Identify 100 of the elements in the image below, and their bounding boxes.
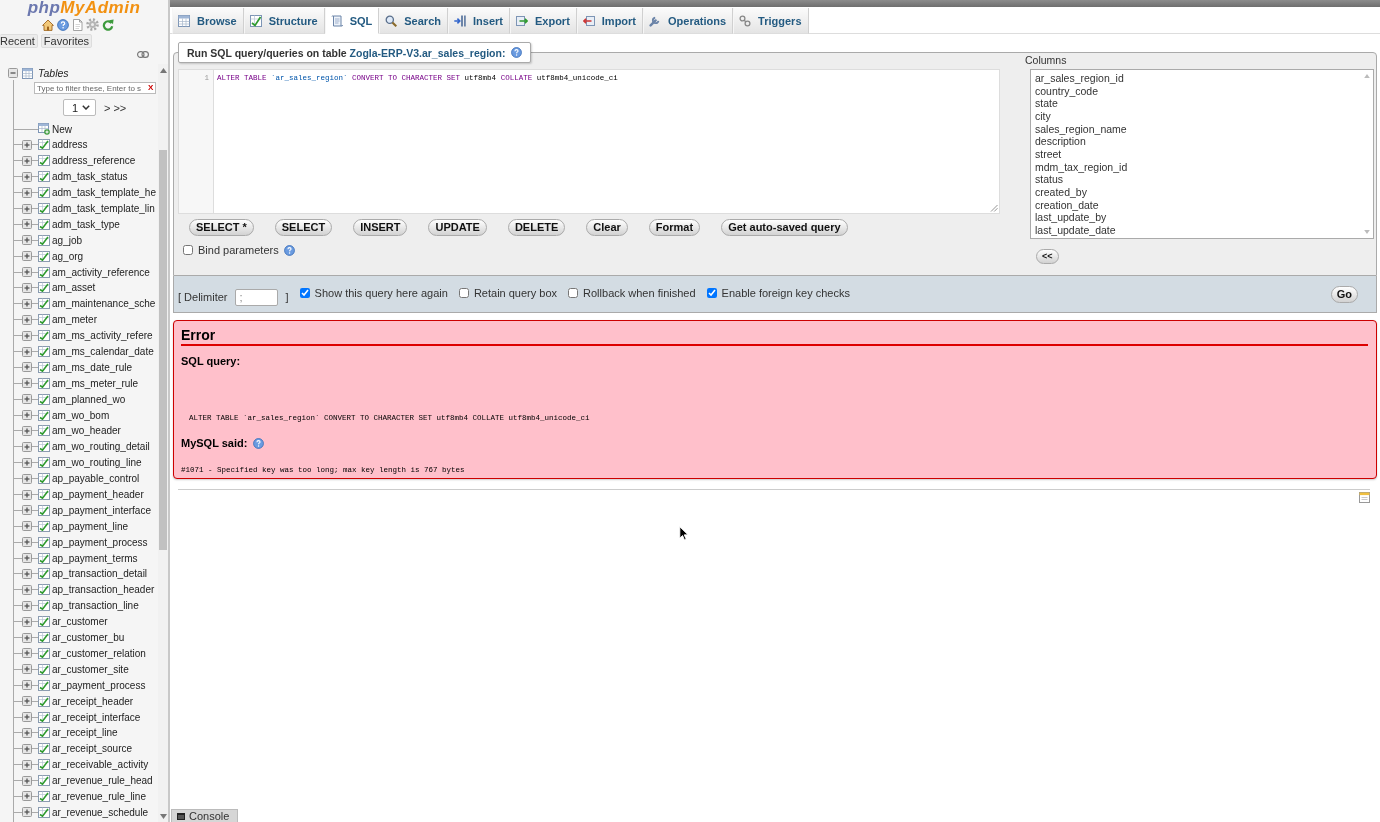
column-option[interactable]: sales_region_name [1035, 122, 1369, 136]
expand-icon[interactable] [22, 139, 32, 150]
scroll-up-icon[interactable] [159, 68, 167, 73]
table-icon[interactable] [38, 520, 50, 532]
collapse-icon[interactable] [8, 68, 18, 78]
table-link[interactable]: ar_payment_process [52, 679, 146, 691]
table-link[interactable]: am_wo_routing_line [52, 457, 142, 469]
scroll-down-icon[interactable] [159, 814, 167, 819]
table-icon[interactable] [38, 759, 50, 771]
expand-icon[interactable] [22, 569, 32, 579]
resize-grip-icon[interactable] [990, 204, 998, 212]
logo-text[interactable]: phpMyAdmin [27, 0, 141, 16]
query-button[interactable]: SELECT * [189, 219, 254, 236]
table-link[interactable]: ap_transaction_header [52, 584, 155, 596]
table-icon[interactable] [38, 425, 50, 437]
delimiter-field[interactable]: ; [234, 288, 278, 306]
expand-icon[interactable] [22, 807, 32, 818]
table-icon[interactable] [38, 552, 50, 564]
table-link[interactable]: address [52, 139, 88, 151]
table-icon[interactable] [38, 203, 50, 214]
table-link[interactable]: ap_payment_header [52, 489, 144, 501]
table-link[interactable]: ap_payment_line [52, 520, 129, 532]
table-link[interactable]: ap_payable_control [52, 473, 140, 485]
table-icon[interactable] [38, 298, 50, 310]
column-option[interactable]: city [1035, 110, 1369, 123]
console-tab[interactable]: Console [171, 809, 239, 822]
notepad-icon[interactable] [1359, 492, 1370, 503]
expand-icon[interactable] [22, 473, 32, 484]
table-link[interactable]: am_wo_header [52, 425, 121, 437]
table-link[interactable]: adm_task_template_he [52, 187, 156, 199]
query-button[interactable]: Get auto-saved query [721, 219, 848, 236]
tab[interactable]: Insert [448, 8, 510, 34]
expand-icon[interactable] [22, 775, 32, 786]
filter-field[interactable]: Type to filter these, Enter to s X [34, 82, 156, 94]
expand-icon[interactable] [22, 616, 32, 627]
table-icon[interactable] [38, 250, 50, 262]
table-icon[interactable] [38, 187, 50, 199]
tab[interactable]: Triggers [733, 8, 809, 34]
table-link[interactable]: ap_payment_terms [52, 552, 138, 564]
table-link[interactable]: ag_job [52, 234, 83, 246]
table-link[interactable]: am_wo_bom [52, 409, 110, 421]
tab[interactable]: Structure [243, 8, 325, 34]
query-button[interactable]: SELECT [274, 219, 333, 236]
expand-icon[interactable] [22, 791, 32, 802]
table-icon[interactable] [38, 314, 50, 326]
column-option[interactable]: country_code [1035, 84, 1369, 98]
expand-icon[interactable] [22, 441, 32, 452]
expand-icon[interactable] [22, 155, 32, 166]
table-icon[interactable] [38, 330, 50, 342]
sidebar-tab[interactable]: Favorites [40, 34, 93, 48]
checkbox-label[interactable]: Bind parameters [198, 244, 279, 256]
checkbox[interactable] [458, 287, 469, 298]
query-button[interactable]: UPDATE [428, 219, 487, 236]
table-link[interactable]: am_ms_date_rule [52, 361, 133, 373]
sidebar-tab[interactable]: Recent [0, 34, 38, 48]
table-icon[interactable] [38, 139, 50, 151]
table-icon[interactable] [38, 409, 50, 421]
table-icon[interactable] [38, 346, 50, 357]
column-option[interactable]: description [1035, 135, 1369, 149]
column-option[interactable]: status [1035, 173, 1369, 187]
column-option[interactable]: created_by [1035, 186, 1369, 199]
column-option[interactable]: creation_date [1035, 198, 1369, 212]
go-button[interactable]: Go [1330, 285, 1358, 303]
page-select[interactable]: 1 [63, 99, 96, 116]
expand-icon[interactable] [22, 346, 32, 357]
link-icon[interactable] [137, 51, 149, 58]
columns-list[interactable]: ar_sales_region_id country_code state city sales_region_name description street mdm_tax_region_id status created_by creation_date last_update_by last_update_date [1030, 69, 1374, 239]
document-icon[interactable] [72, 18, 83, 31]
clear-filter-button[interactable]: X [148, 84, 154, 92]
table-link[interactable]: ar_revenue_rule_line [52, 790, 146, 802]
table-icon[interactable] [38, 616, 50, 628]
home-icon[interactable] [42, 18, 54, 31]
table-link[interactable]: am_planned_wo [52, 393, 126, 405]
table-icon[interactable] [38, 218, 50, 230]
table-icon[interactable] [38, 377, 50, 389]
help-icon[interactable] [511, 47, 523, 58]
table-icon[interactable] [38, 282, 50, 294]
table-icon[interactable] [38, 584, 50, 596]
expand-icon[interactable] [22, 521, 32, 532]
expand-icon[interactable] [22, 759, 32, 770]
table-link[interactable]: am_activity_reference [52, 266, 150, 278]
scrollbar-thumb[interactable] [159, 150, 167, 550]
query-button[interactable]: DELETE [507, 219, 566, 236]
expand-icon[interactable] [22, 235, 32, 246]
checkbox[interactable] [568, 287, 579, 298]
table-icon[interactable] [38, 679, 50, 691]
expand-icon[interactable] [22, 648, 32, 659]
table-link[interactable]: ar_receipt_interface [52, 711, 141, 723]
table-icon[interactable] [38, 171, 50, 183]
expand-icon[interactable] [22, 394, 32, 405]
insert-column-button[interactable]: << [1036, 249, 1059, 264]
table-link[interactable]: ag_org [52, 250, 84, 262]
table-link[interactable]: am_wo_routing_detail [52, 441, 150, 453]
expand-icon[interactable] [22, 680, 32, 691]
checkbox-label[interactable]: Retain query box [473, 286, 558, 299]
expand-icon[interactable] [22, 489, 32, 500]
expand-icon[interactable] [22, 712, 32, 722]
expand-icon[interactable] [22, 251, 32, 262]
table-icon[interactable] [38, 727, 50, 739]
column-option[interactable]: last_update_date [1035, 224, 1369, 237]
